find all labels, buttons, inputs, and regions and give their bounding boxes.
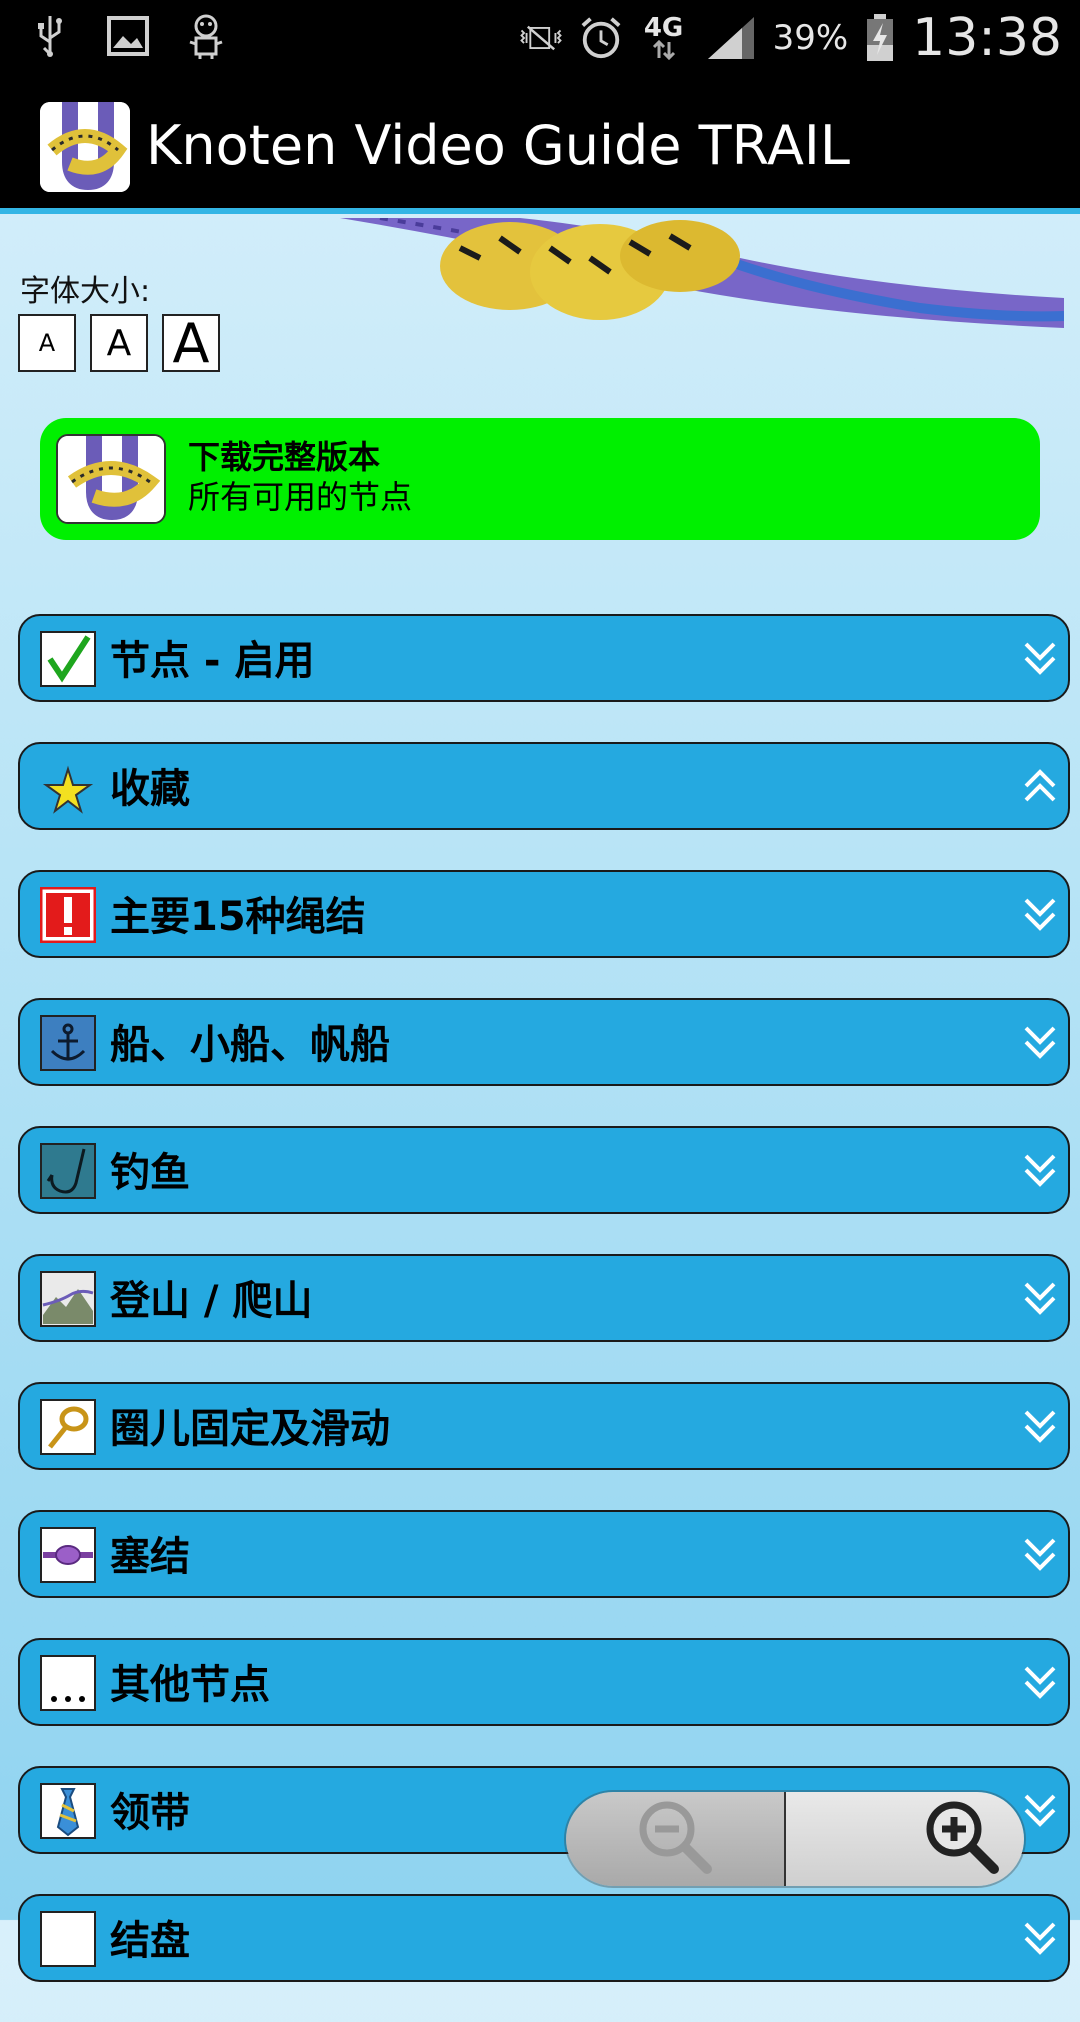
category-row-top-15-knots[interactable]: 主要15种绳结 <box>18 870 1070 958</box>
anchor-icon <box>40 1015 96 1071</box>
mountain-icon <box>40 1271 96 1327</box>
chevron-down-icon[interactable] <box>1020 1146 1060 1196</box>
font-size-selector: A A A <box>18 312 220 375</box>
font-size-large-button[interactable]: A <box>162 312 220 375</box>
exclamation-icon <box>40 887 96 943</box>
clock: 13:38 <box>912 8 1062 68</box>
download-subtitle: 所有可用的节点 <box>188 478 413 516</box>
rope-banner-image <box>320 216 1065 334</box>
font-size-label: 字体大小: <box>20 274 151 309</box>
category-label: 钓鱼 <box>110 1150 190 1196</box>
stopper-knot-icon <box>40 1527 96 1583</box>
chevron-down-icon[interactable] <box>1020 1914 1060 1964</box>
category-label: 登山 / 爬山 <box>110 1278 313 1324</box>
zoom-out-icon <box>633 1795 717 1883</box>
category-row-decorative[interactable]: 结盘 <box>18 1894 1070 1982</box>
category-row-favorites[interactable]: 收藏 <box>18 742 1070 830</box>
chevron-down-icon[interactable] <box>1020 1274 1060 1324</box>
category-row-other-knots[interactable]: 其他节点 <box>18 1638 1070 1726</box>
category-row-stopper-knots[interactable]: 塞结 <box>18 1510 1070 1598</box>
ellipsis-icon <box>40 1655 96 1711</box>
chevron-down-icon[interactable] <box>1020 890 1060 940</box>
chevron-down-icon[interactable] <box>1020 1530 1060 1580</box>
category-label: 船、小船、帆船 <box>110 1022 390 1068</box>
usb-icon <box>28 10 72 62</box>
category-label: 其他节点 <box>110 1662 270 1708</box>
fishing-hook-icon <box>40 1143 96 1199</box>
category-row-loops[interactable]: 圈儿固定及滑动 <box>18 1382 1070 1470</box>
font-size-medium-button[interactable]: A <box>90 314 148 372</box>
chevron-down-icon[interactable] <box>1020 1018 1060 1068</box>
star-icon <box>40 759 96 815</box>
zoom-in-button[interactable] <box>786 1792 1024 1886</box>
chevron-down-icon[interactable] <box>1020 1658 1060 1708</box>
vibrate-icon <box>519 12 563 64</box>
category-label: 圈儿固定及滑动 <box>110 1406 390 1452</box>
battery-percent: 39% <box>772 18 849 58</box>
alarm-icon <box>579 12 623 64</box>
knot-app-icon[interactable] <box>40 102 130 192</box>
category-row-climbing[interactable]: 登山 / 爬山 <box>18 1254 1070 1342</box>
font-size-small-button[interactable]: A <box>18 314 76 372</box>
zoom-in-icon <box>920 1795 1004 1883</box>
status-bar: 4G 39% 13:38 <box>0 0 1080 76</box>
decorative-knot-icon <box>40 1911 96 1967</box>
chevron-down-icon[interactable] <box>1020 1402 1060 1452</box>
robot-icon <box>184 10 228 62</box>
app-title: Knoten Video Guide TRAIL <box>146 114 850 177</box>
category-row-active-knots[interactable]: 节点 - 启用 <box>18 614 1070 702</box>
category-row-fishing[interactable]: 钓鱼 <box>18 1126 1070 1214</box>
checkmark-icon <box>40 631 96 687</box>
knot-app-icon <box>56 434 166 524</box>
category-label: 收藏 <box>110 766 190 812</box>
category-label: 主要15种绳结 <box>110 894 366 940</box>
category-label: 塞结 <box>110 1534 190 1580</box>
chevron-up-icon[interactable] <box>1020 762 1060 812</box>
network-4g-icon: 4G <box>639 12 689 64</box>
chevron-down-icon[interactable] <box>1020 634 1060 684</box>
category-label: 节点 - 启用 <box>110 638 315 684</box>
download-full-version-banner[interactable]: 下载完整版本 所有可用的节点 <box>40 418 1040 540</box>
battery-charging-icon <box>864 12 896 64</box>
category-label: 结盘 <box>110 1918 190 1964</box>
action-bar: Knoten Video Guide TRAIL <box>0 76 1080 214</box>
image-icon <box>106 10 150 62</box>
category-row-boats[interactable]: 船、小船、帆船 <box>18 998 1070 1086</box>
zoom-out-button[interactable] <box>566 1792 786 1886</box>
zoom-control <box>566 1792 1024 1886</box>
category-label: 领带 <box>110 1790 190 1836</box>
necktie-icon <box>40 1783 96 1839</box>
chevron-down-icon[interactable] <box>1020 1786 1060 1836</box>
signal-icon <box>705 12 757 64</box>
loop-knot-icon <box>40 1399 96 1455</box>
